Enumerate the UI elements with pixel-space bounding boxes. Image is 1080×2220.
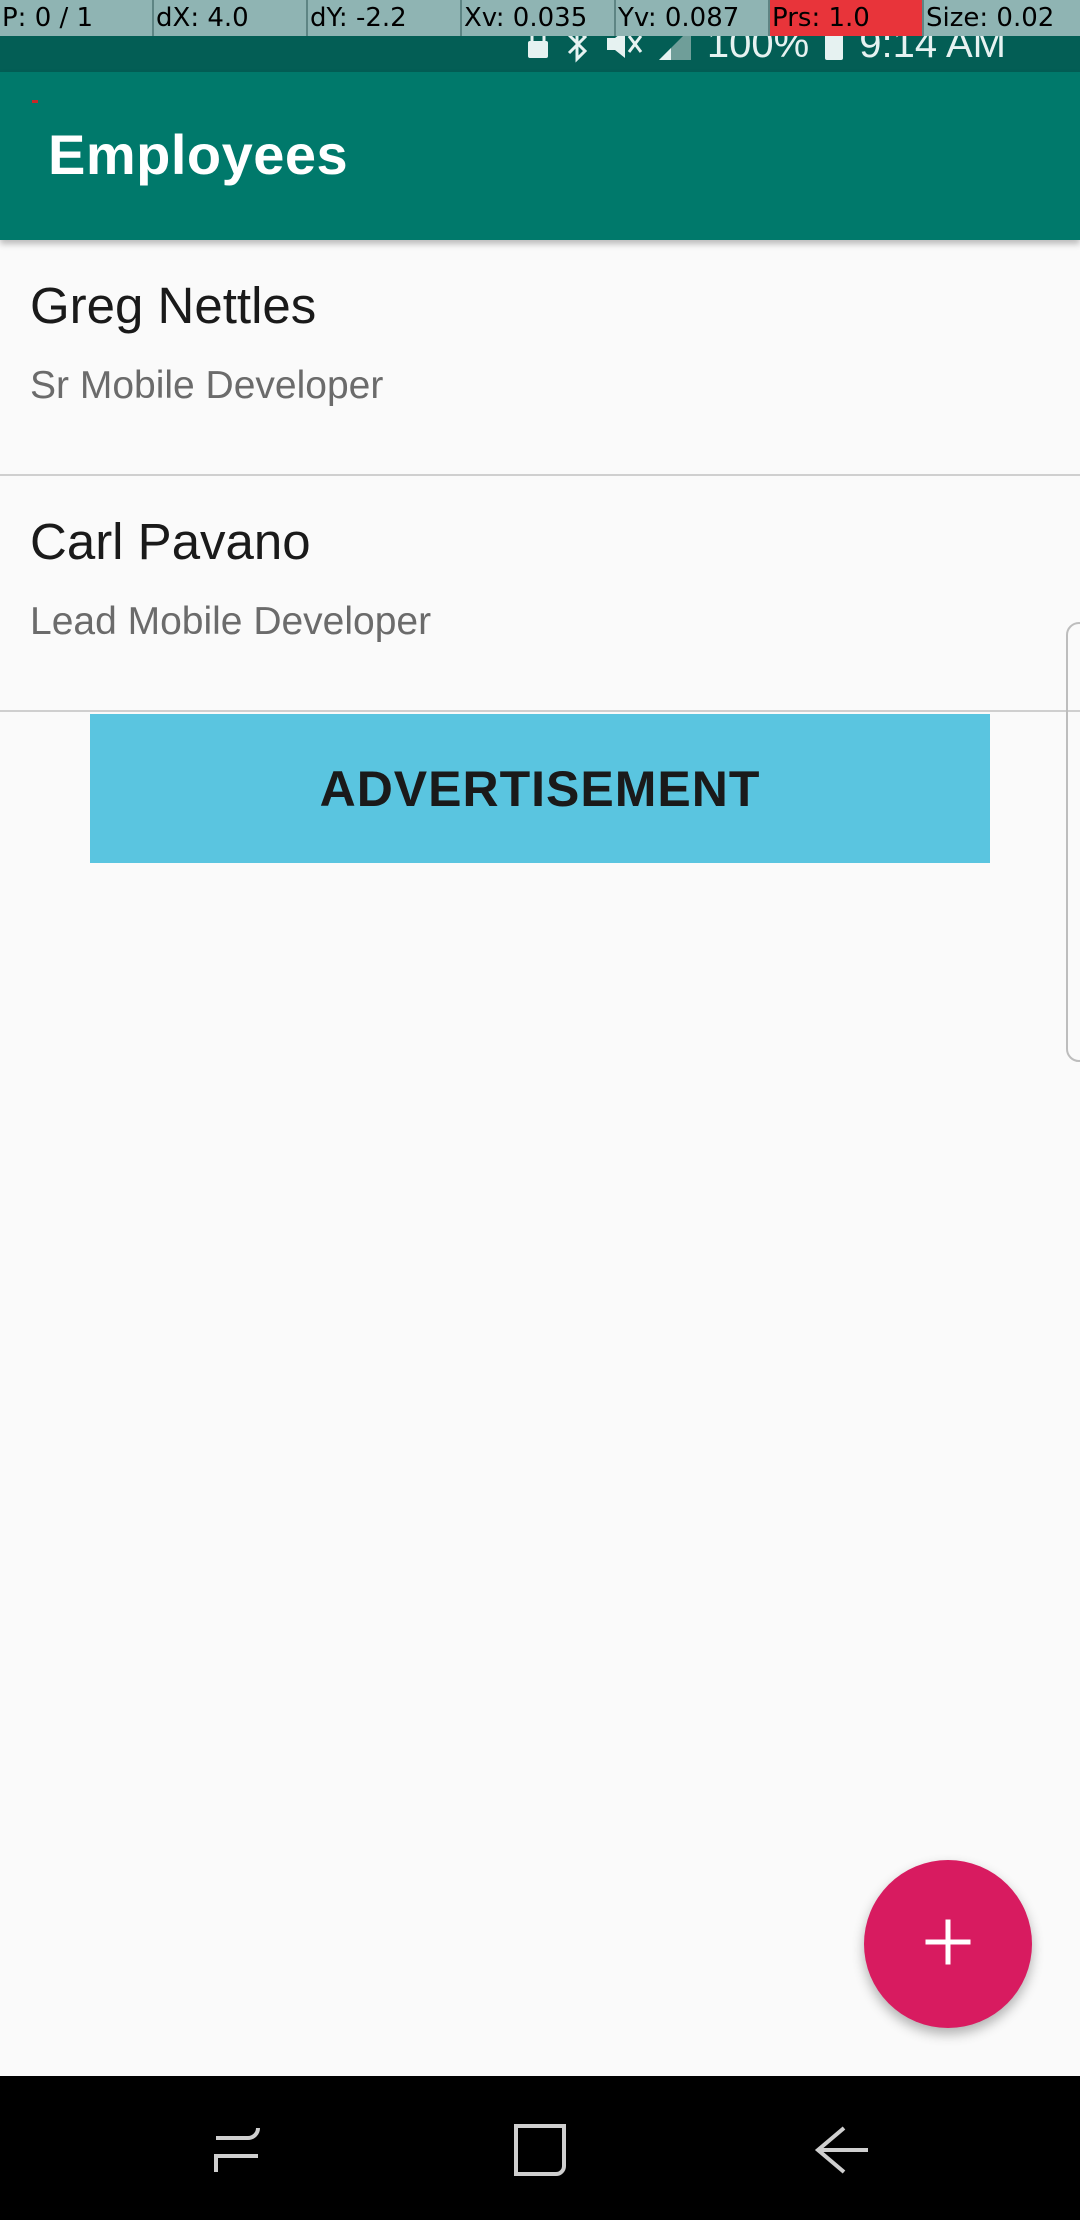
debug-pressure: Prs: 1.0 xyxy=(770,0,924,36)
employee-title: Lead Mobile Developer xyxy=(30,600,432,643)
ad-label: ADVERTISEMENT xyxy=(319,760,761,817)
employee-title: Sr Mobile Developer xyxy=(30,364,384,407)
back-icon xyxy=(810,2126,874,2186)
debug-pointer: P: 0 / 1 xyxy=(0,0,154,36)
debug-yv: Yv: 0.087 xyxy=(616,0,770,36)
list-item[interactable]: Greg Nettles Sr Mobile Developer xyxy=(0,240,1080,476)
recent-apps-button[interactable] xyxy=(206,2118,270,2182)
back-button[interactable] xyxy=(810,2118,874,2182)
edge-panel-handle[interactable] xyxy=(1066,622,1080,1062)
debug-size: Size: 0.02 xyxy=(926,3,1055,33)
navigation-bar xyxy=(0,2076,1080,2220)
ad-banner[interactable]: ADVERTISEMENT xyxy=(90,714,990,863)
debug-dx: dX: 4.0 xyxy=(154,0,308,36)
employee-list: Greg Nettles Sr Mobile Developer Carl Pa… xyxy=(0,240,1080,712)
add-employee-button[interactable] xyxy=(864,1860,1032,2028)
debug-xv: Xv: 0.035 xyxy=(462,0,616,36)
employee-name: Carl Pavano xyxy=(30,513,311,570)
plus-icon xyxy=(924,1918,972,1971)
app-bar: Employees xyxy=(0,72,1080,240)
home-icon xyxy=(508,2124,572,2186)
touch-marker xyxy=(32,100,38,103)
pointer-location-overlay: P: 0 / 1 dX: 4.0 dY: -2.2 Xv: 0.035 Yv: … xyxy=(0,0,1080,36)
debug-dy: dY: -2.2 xyxy=(308,0,462,36)
recent-apps-icon xyxy=(206,2127,270,2186)
page-title: Employees xyxy=(48,123,349,186)
list-item[interactable]: Carl Pavano Lead Mobile Developer xyxy=(0,476,1080,712)
employee-name: Greg Nettles xyxy=(30,277,317,334)
home-button[interactable] xyxy=(508,2118,572,2182)
